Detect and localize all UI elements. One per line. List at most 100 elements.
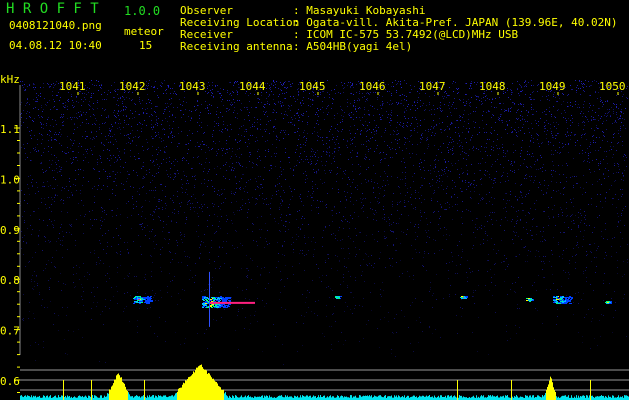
noise-pixel (187, 204, 188, 205)
noise-pixel (576, 87, 577, 88)
noise-pixel (382, 115, 383, 116)
noise-pixel (42, 250, 43, 251)
noise-pixel (273, 85, 274, 86)
noise-pixel (581, 111, 582, 112)
noise-pixel (27, 111, 28, 112)
noise-pixel (398, 103, 399, 104)
noise-pixel (434, 135, 435, 136)
noise-pixel (458, 88, 459, 89)
noise-pixel (432, 295, 433, 296)
noise-pixel (388, 217, 389, 218)
noise-pixel (252, 197, 253, 198)
noise-pixel (411, 194, 412, 195)
noise-pixel (520, 103, 521, 104)
noise-pixel (287, 278, 288, 279)
noise-pixel (317, 140, 318, 141)
noise-pixel (529, 132, 530, 133)
noise-pixel (470, 140, 471, 141)
noise-pixel (614, 291, 615, 292)
noise-pixel (52, 257, 53, 258)
noise-pixel (246, 289, 247, 290)
noise-pixel (421, 195, 422, 196)
noise-pixel (338, 192, 339, 193)
noise-pixel (590, 172, 591, 173)
noise-pixel (78, 152, 79, 153)
noise-pixel (593, 135, 594, 136)
noise-pixel (376, 220, 377, 221)
noise-pixel (179, 203, 180, 204)
noise-pixel (520, 185, 521, 186)
noise-pixel (29, 85, 30, 86)
noise-pixel (211, 92, 212, 93)
noise-pixel (391, 95, 392, 96)
noise-pixel (422, 265, 423, 266)
noise-pixel (169, 157, 170, 158)
noise-pixel (208, 147, 209, 148)
noise-pixel (473, 150, 474, 151)
noise-pixel (400, 83, 401, 84)
noise-pixel (211, 149, 212, 150)
noise-pixel (558, 242, 559, 243)
noise-pixel (366, 99, 367, 100)
noise-pixel (261, 268, 262, 269)
noise-pixel (250, 127, 251, 128)
noise-pixel (617, 163, 618, 164)
noise-pixel (326, 161, 327, 162)
noise-pixel (23, 87, 24, 88)
noise-pixel (213, 130, 214, 131)
noise-pixel (147, 142, 148, 143)
noise-pixel (69, 197, 70, 198)
noise-pixel (421, 135, 422, 136)
noise-pixel (395, 80, 396, 81)
noise-pixel (313, 254, 314, 255)
noise-pixel (254, 122, 255, 123)
noise-pixel (606, 129, 607, 130)
noise-pixel (400, 84, 401, 85)
noise-pixel (592, 160, 593, 161)
noise-pixel (374, 134, 375, 135)
noise-pixel (284, 192, 285, 193)
noise-pixel (502, 120, 503, 121)
noise-pixel (230, 267, 231, 268)
noise-pixel (231, 95, 232, 96)
noise-pixel (376, 133, 377, 134)
noise-pixel (134, 117, 135, 118)
noise-pixel (146, 113, 147, 114)
noise-pixel (159, 217, 160, 218)
noise-pixel (535, 256, 536, 257)
noise-pixel (244, 119, 245, 120)
noise-pixel (249, 152, 250, 153)
noise-pixel (487, 139, 488, 140)
noise-pixel (404, 95, 405, 96)
noise-pixel (212, 225, 213, 226)
noise-pixel (307, 133, 308, 134)
noise-pixel (153, 138, 154, 139)
noise-pixel (214, 214, 215, 215)
noise-pixel (444, 104, 445, 105)
noise-pixel (421, 177, 422, 178)
noise-pixel (443, 235, 444, 236)
noise-pixel (547, 99, 548, 100)
noise-pixel (508, 109, 509, 110)
noise-pixel (56, 157, 57, 158)
noise-pixel (555, 225, 556, 226)
noise-pixel (551, 250, 552, 251)
noise-pixel (573, 220, 574, 221)
noise-pixel (457, 210, 458, 211)
noise-pixel (452, 180, 453, 181)
noise-pixel (314, 131, 315, 132)
noise-pixel (255, 107, 256, 108)
noise-pixel (404, 144, 405, 145)
noise-pixel (234, 107, 235, 108)
noise-pixel (370, 208, 371, 209)
noise-pixel (256, 137, 257, 138)
noise-pixel (188, 163, 189, 164)
noise-pixel (415, 192, 416, 193)
noise-pixel (517, 200, 518, 201)
noise-pixel (616, 150, 617, 151)
noise-pixel (495, 161, 496, 162)
noise-pixel (266, 129, 267, 130)
noise-pixel (148, 83, 149, 84)
noise-pixel (512, 165, 513, 166)
noise-pixel (355, 228, 356, 229)
